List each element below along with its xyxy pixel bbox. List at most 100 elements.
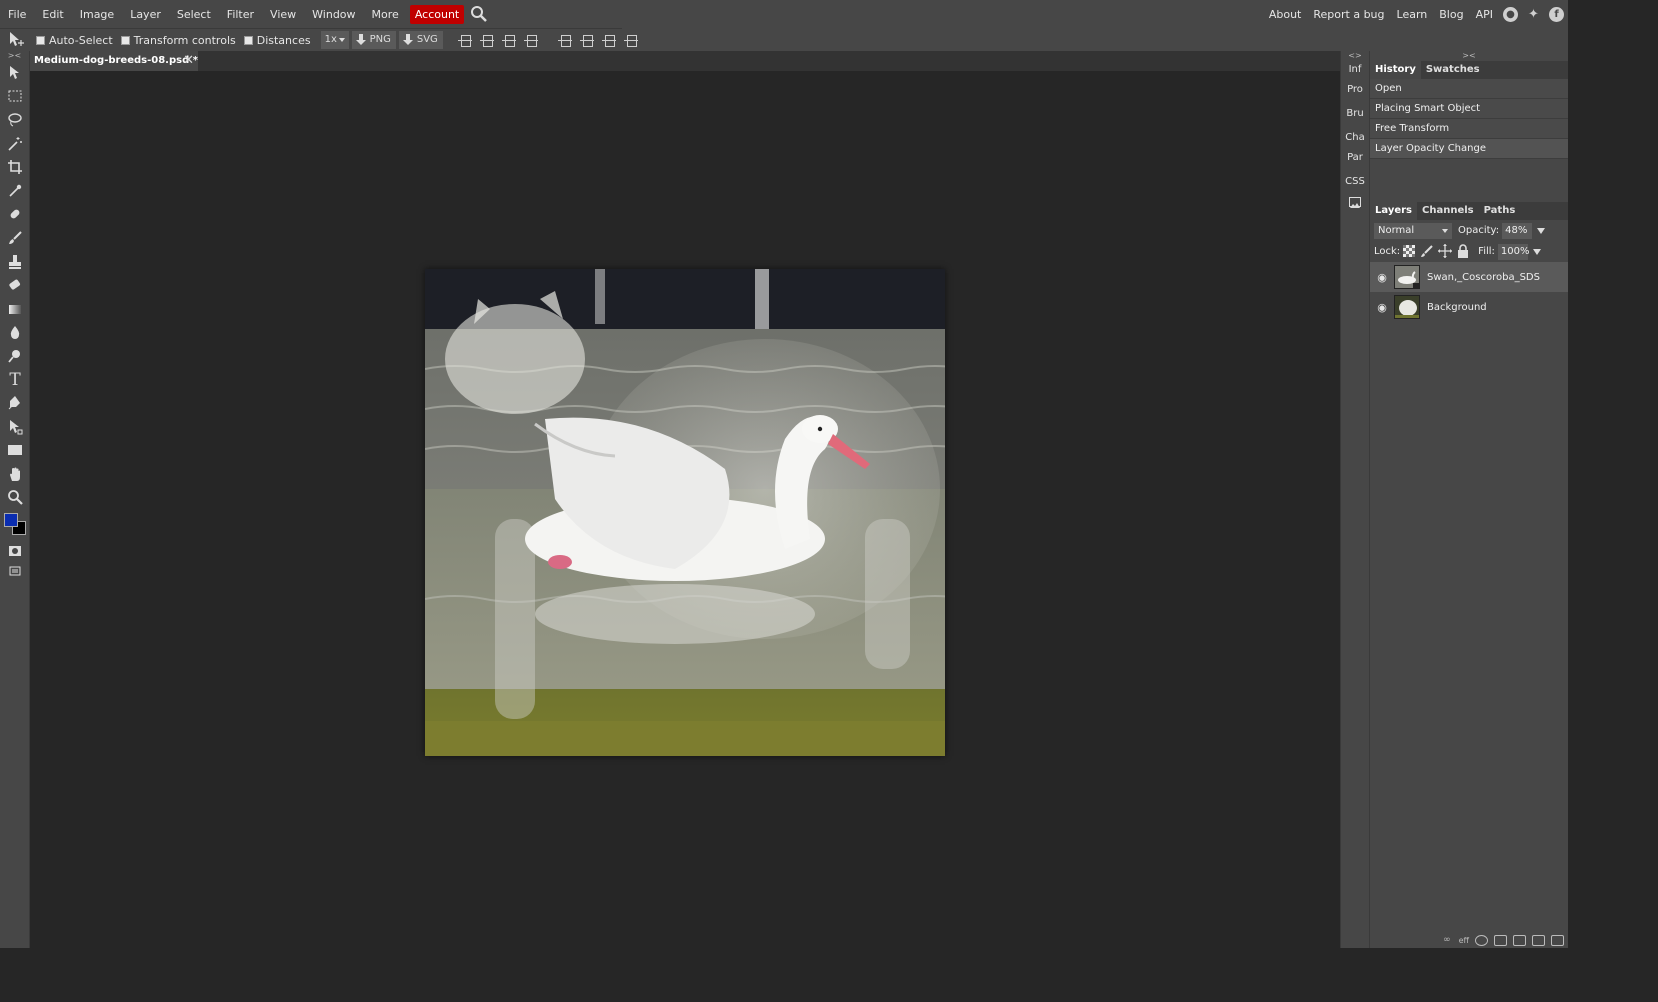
screen-mode-icon[interactable] xyxy=(0,563,30,579)
tab-layers[interactable]: Layers xyxy=(1370,202,1417,220)
tab-swatches[interactable]: Swatches xyxy=(1420,61,1485,79)
report-bug-link[interactable]: Report a bug xyxy=(1307,8,1390,21)
gradient-tool-icon[interactable] xyxy=(0,297,30,321)
align-left-icon[interactable] xyxy=(455,31,477,49)
align-right-icon[interactable] xyxy=(499,31,521,49)
info-panel-button[interactable]: Inf xyxy=(1341,60,1369,80)
layer-row[interactable]: ◉ Swan,_Coscoroba_SDS xyxy=(1370,262,1568,292)
layer-row[interactable]: ◉ Background xyxy=(1370,292,1568,322)
blend-mode-select[interactable]: Normal xyxy=(1374,222,1452,239)
character-panel-button[interactable]: Cha xyxy=(1341,128,1369,148)
image-canvas[interactable] xyxy=(425,269,945,756)
mask-icon[interactable] xyxy=(1494,934,1507,946)
css-panel-button[interactable]: CSS xyxy=(1341,172,1369,192)
distribute-v-icon[interactable] xyxy=(621,31,643,49)
visibility-eye-icon[interactable]: ◉ xyxy=(1370,301,1394,314)
auto-select-box[interactable] xyxy=(36,35,45,45)
eraser-tool-icon[interactable] xyxy=(0,273,30,297)
opacity-dropdown-icon[interactable] xyxy=(1537,227,1546,238)
lock-all-icon[interactable] xyxy=(1456,243,1472,260)
new-layer-icon[interactable] xyxy=(1532,934,1545,946)
search-icon[interactable] xyxy=(470,5,488,23)
menu-view[interactable]: View xyxy=(262,5,304,24)
blog-link[interactable]: Blog xyxy=(1433,8,1469,21)
lock-pixels-icon[interactable] xyxy=(1420,244,1436,260)
tab-channels[interactable]: Channels xyxy=(1417,202,1479,220)
api-link[interactable]: API xyxy=(1470,8,1499,21)
about-link[interactable]: About xyxy=(1263,8,1308,21)
paragraph-panel-button[interactable]: Par xyxy=(1341,148,1369,168)
align-bottom-icon[interactable] xyxy=(599,31,621,49)
close-icon[interactable]: ✕ xyxy=(183,51,194,71)
mini-panel-toggle[interactable]: <> xyxy=(1341,51,1369,60)
fill-dropdown-icon[interactable] xyxy=(1532,248,1541,259)
lock-position-icon[interactable] xyxy=(1438,243,1454,260)
export-svg-button[interactable]: SVG xyxy=(398,31,443,49)
marquee-tool-icon[interactable] xyxy=(0,85,30,109)
menu-edit[interactable]: Edit xyxy=(34,5,71,24)
menu-file[interactable]: File xyxy=(0,5,34,24)
fill-input[interactable]: 100% xyxy=(1497,243,1530,260)
folder-icon[interactable] xyxy=(1513,934,1526,946)
adjustment-icon[interactable] xyxy=(1475,934,1488,946)
align-center-h-icon[interactable] xyxy=(477,31,499,49)
menu-image[interactable]: Image xyxy=(72,5,122,24)
trash-icon[interactable] xyxy=(1551,934,1564,946)
opacity-input[interactable]: 48% xyxy=(1502,222,1533,239)
healing-brush-icon[interactable] xyxy=(0,203,30,227)
clone-stamp-icon[interactable] xyxy=(0,250,30,274)
menu-layer[interactable]: Layer xyxy=(122,5,169,24)
brush-tool-icon[interactable] xyxy=(0,226,30,250)
eyedropper-icon[interactable] xyxy=(0,179,30,203)
zoom-tool-icon[interactable] xyxy=(0,486,30,510)
learn-link[interactable]: Learn xyxy=(1391,8,1434,21)
crop-tool-icon[interactable] xyxy=(0,155,30,179)
zoom-dropdown[interactable]: 1x xyxy=(320,31,349,49)
tab-history[interactable]: History xyxy=(1370,61,1421,79)
quick-mask-icon[interactable] xyxy=(0,539,30,563)
menu-filter[interactable]: Filter xyxy=(219,5,262,24)
menu-window[interactable]: Window xyxy=(304,5,363,24)
blur-drop-icon[interactable] xyxy=(0,321,30,345)
transform-controls-box[interactable] xyxy=(120,35,130,45)
right-panel-toggle[interactable]: >< xyxy=(1370,51,1568,61)
menu-select[interactable]: Select xyxy=(169,5,219,24)
menu-more[interactable]: More xyxy=(364,5,407,24)
distances-box[interactable] xyxy=(243,35,253,45)
account-button[interactable]: Account xyxy=(409,4,465,24)
lock-transparency-icon[interactable] xyxy=(1402,244,1418,260)
history-item[interactable]: Layer Opacity Change xyxy=(1370,139,1568,159)
history-item[interactable]: Free Transform xyxy=(1370,119,1568,139)
foreground-color-swatch[interactable] xyxy=(4,513,18,528)
move-tool-icon[interactable] xyxy=(0,61,30,85)
export-png-button[interactable]: PNG xyxy=(351,31,396,49)
path-select-icon[interactable] xyxy=(0,415,30,439)
collapse-toggle[interactable]: >< xyxy=(0,51,29,61)
tab-paths[interactable]: Paths xyxy=(1478,202,1521,220)
reddit-icon[interactable]: ● xyxy=(1503,7,1518,22)
link-layers-icon[interactable]: ∞ xyxy=(1443,935,1451,945)
rectangle-shape-icon[interactable] xyxy=(0,439,30,463)
distances-checkbox[interactable]: Distances xyxy=(243,34,311,47)
pen-tool-icon[interactable] xyxy=(0,391,30,415)
dodge-tool-icon[interactable] xyxy=(0,344,30,368)
hand-tool-icon[interactable] xyxy=(0,462,30,486)
magic-wand-icon[interactable] xyxy=(0,132,30,156)
move-tool-icon[interactable] xyxy=(6,30,28,50)
image-panel-icon[interactable] xyxy=(1349,197,1361,208)
distribute-h-icon[interactable] xyxy=(521,31,543,49)
twitter-icon[interactable]: ✦ xyxy=(1526,7,1541,22)
transform-controls-checkbox[interactable]: Transform controls xyxy=(120,34,236,47)
visibility-eye-icon[interactable]: ◉ xyxy=(1370,271,1394,284)
history-item[interactable]: Open xyxy=(1370,79,1568,99)
brush-panel-button[interactable]: Bru xyxy=(1341,104,1369,124)
auto-select-checkbox[interactable]: Auto-Select xyxy=(36,34,113,47)
properties-panel-button[interactable]: Pro xyxy=(1341,80,1369,100)
align-middle-icon[interactable] xyxy=(577,31,599,49)
align-top-icon[interactable] xyxy=(555,31,577,49)
history-item[interactable]: Placing Smart Object xyxy=(1370,99,1568,119)
document-tab[interactable]: Medium-dog-breeds-08.psd * ✕ xyxy=(30,51,198,71)
effects-button[interactable]: eff xyxy=(1459,936,1469,945)
lasso-tool-icon[interactable] xyxy=(0,108,30,132)
text-tool-icon[interactable]: T xyxy=(0,368,30,392)
